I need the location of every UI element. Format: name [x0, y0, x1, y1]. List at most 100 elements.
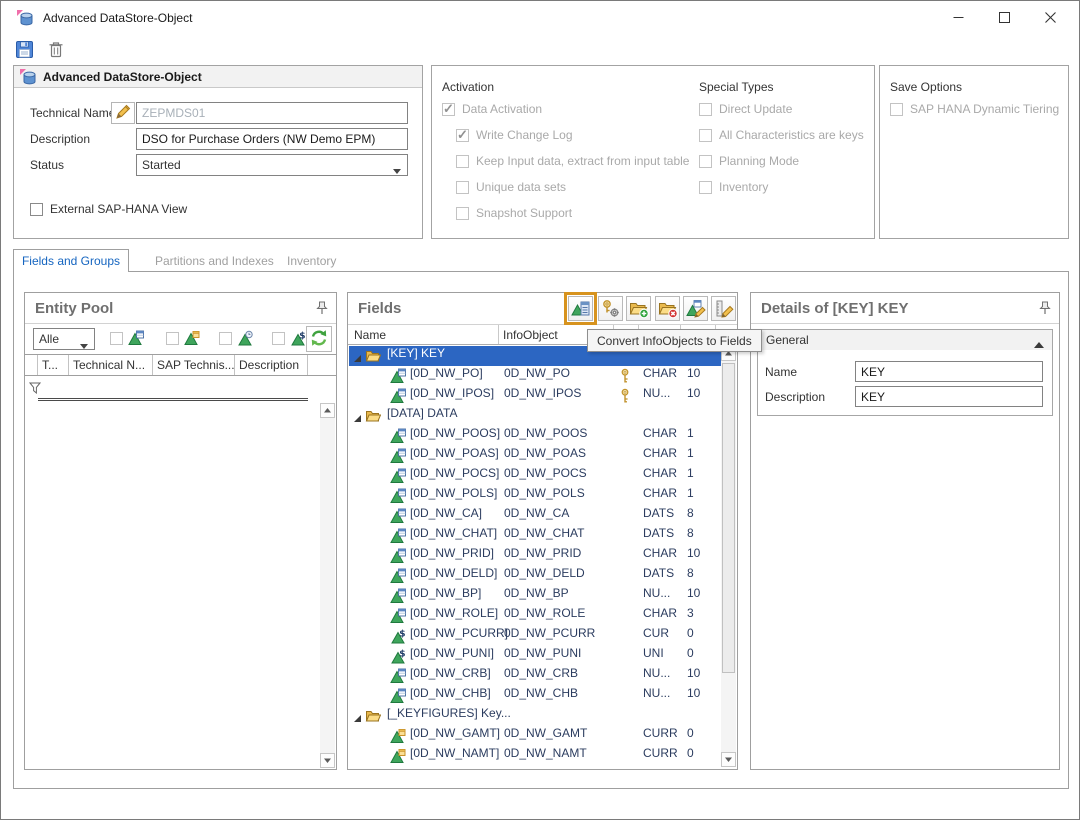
tree-field-row[interactable]: [0D_NW_CRB]0D_NW_CRBNU...10 — [349, 666, 721, 686]
tree-field-row[interactable]: [0D_NW_GAMT]0D_NW_GAMTCURR0 — [349, 726, 721, 746]
tree-field-row[interactable]: [0D_NW_POLS]0D_NW_POLSCHAR1 — [349, 486, 721, 506]
filter-characteristics-checkbox[interactable] — [110, 332, 123, 345]
tree-expander-icon[interactable] — [353, 412, 362, 426]
tree-field-row[interactable]: [0D_NW_DELD]0D_NW_DELDDATS8 — [349, 566, 721, 586]
field-name: [0D_NW_PRID] — [410, 546, 494, 560]
entity-column-header[interactable]: Description — [235, 355, 308, 375]
checkbox-keep-input-data-extract-from-input-table[interactable] — [456, 155, 469, 168]
close-button[interactable] — [1027, 1, 1073, 37]
status-dropdown[interactable]: Started — [136, 154, 408, 176]
pin-icon[interactable] — [316, 301, 328, 318]
field-datatype: NU... — [643, 386, 670, 400]
tree-field-row[interactable]: [0D_NW_PO]0D_NW_POCHAR10 — [349, 366, 721, 386]
scrollbar-thumb[interactable] — [722, 363, 735, 673]
maximize-button[interactable] — [981, 1, 1027, 37]
entity-column-header[interactable] — [25, 355, 38, 375]
entity-column-header[interactable]: Technical N... — [69, 355, 153, 375]
detail-name-input[interactable] — [855, 361, 1043, 382]
fields-scrollbar[interactable] — [721, 346, 736, 767]
entity-type-dropdown[interactable]: Alle — [33, 328, 95, 350]
tab-fields-and-groups[interactable]: Fields and Groups — [13, 249, 129, 272]
minimize-button[interactable] — [935, 1, 981, 37]
field-datatype: CUR — [643, 626, 669, 640]
field-datatype: CHAR — [643, 426, 677, 440]
filter-keyfigures-checkbox[interactable] — [166, 332, 179, 345]
checkbox-row: Snapshot Support — [456, 206, 572, 220]
checkbox-row: Inventory — [699, 180, 768, 194]
convert-infoobjects-to-fields-button[interactable] — [568, 296, 593, 321]
edit-properties-button[interactable] — [711, 296, 736, 321]
checkbox-sap-hana-dynamic-tiering[interactable] — [890, 103, 903, 116]
tree-field-row[interactable]: [0D_NW_CHAT]0D_NW_CHATDATS8 — [349, 526, 721, 546]
checkbox-snapshot-support[interactable] — [456, 207, 469, 220]
tree-field-row[interactable]: [0D_NW_NAMT]0D_NW_NAMTCURR0 — [349, 746, 721, 766]
edit-infoobject-button[interactable] — [683, 296, 708, 321]
tree-field-row[interactable]: $[0D_NW_PCURR]0D_NW_PCURRCUR0 — [349, 626, 721, 646]
tree-field-row[interactable] — [349, 766, 721, 767]
entity-pool-panel: Entity Pool Alle $ T...Technical N...SAP… — [24, 292, 337, 770]
description-label: Description — [30, 132, 90, 146]
checkbox-data-activation[interactable] — [442, 103, 455, 116]
scroll-down-button[interactable] — [721, 752, 736, 767]
tree-expander-icon[interactable] — [353, 352, 362, 366]
field-name: [0D_NW_NAMT] — [410, 746, 499, 760]
checkbox-write-change-log[interactable] — [456, 129, 469, 142]
general-section-bar[interactable]: General — [757, 329, 1053, 351]
checkbox-all-characteristics-are-keys[interactable] — [699, 129, 712, 142]
tree-expander-icon[interactable] — [353, 712, 362, 726]
field-infoobject: 0D_NW_POOS — [504, 426, 587, 440]
tree-field-row[interactable]: [0D_NW_ROLE]0D_NW_ROLECHAR3 — [349, 606, 721, 626]
field-length: 1 — [687, 486, 694, 500]
entity-column-header[interactable]: SAP Technis... — [153, 355, 235, 375]
dropdown-arrow-icon — [393, 163, 401, 177]
field-infoobject: 0D_NW_POLS — [504, 486, 585, 500]
scroll-down-button[interactable] — [320, 753, 335, 768]
external-hana-view-checkbox[interactable] — [30, 203, 43, 216]
tab-inventory[interactable]: Inventory — [273, 249, 350, 272]
checkbox-direct-update[interactable] — [699, 103, 712, 116]
refresh-button[interactable] — [306, 326, 332, 352]
activation-title: Activation — [442, 80, 494, 94]
add-group-button[interactable] — [626, 296, 651, 321]
checkbox-inventory[interactable] — [699, 181, 712, 194]
scroll-up-button[interactable] — [320, 403, 335, 418]
tree-field-row[interactable]: [0D_NW_CA]0D_NW_CADATS8 — [349, 506, 721, 526]
technical-name-input[interactable] — [136, 102, 408, 124]
remove-group-button[interactable] — [655, 296, 680, 321]
field-length: 8 — [687, 526, 694, 540]
pin-icon[interactable] — [1039, 301, 1051, 318]
field-length: 0 — [687, 746, 694, 760]
tree-field-row[interactable]: [0D_NW_IPOS]0D_NW_IPOSNU...10 — [349, 386, 721, 406]
checkbox-planning-mode[interactable] — [699, 155, 712, 168]
entity-pool-header: Entity Pool — [25, 293, 336, 324]
tree-field-row[interactable]: [0D_NW_CHB]0D_NW_CHBNU...10 — [349, 686, 721, 706]
filter-units-checkbox[interactable] — [272, 332, 285, 345]
entity-column-header[interactable]: T... — [38, 355, 69, 375]
filter-time-characteristics-checkbox[interactable] — [219, 332, 232, 345]
save-button[interactable] — [15, 40, 35, 60]
detail-description-input[interactable] — [855, 386, 1043, 407]
tree-field-row[interactable]: [0D_NW_POCS]0D_NW_POCSCHAR1 — [349, 466, 721, 486]
tree-field-row[interactable]: [0D_NW_BP]0D_NW_BPNU...10 — [349, 586, 721, 606]
field-length: 1 — [687, 466, 694, 480]
delete-button[interactable] — [46, 40, 66, 60]
edit-technical-name-button[interactable] — [111, 102, 135, 124]
description-input[interactable] — [136, 128, 408, 150]
tree-field-row[interactable]: [0D_NW_POAS]0D_NW_POASCHAR1 — [349, 446, 721, 466]
checkbox-unique-data-sets[interactable] — [456, 181, 469, 194]
field-infoobject: 0D_NW_PCURR — [504, 626, 595, 640]
manage-keys-button[interactable] — [598, 296, 623, 321]
tree-field-row[interactable]: [0D_NW_PRID]0D_NW_PRIDCHAR10 — [349, 546, 721, 566]
checkbox-label: All Characteristics are keys — [719, 128, 864, 142]
tree-group-row[interactable]: [DATA] DATA — [349, 406, 721, 426]
filter-keyfigures-icon — [184, 330, 200, 346]
tab-partitions-and-indexes[interactable]: Partitions and Indexes — [141, 249, 288, 272]
tree-field-row[interactable]: $[0D_NW_PUNI]0D_NW_PUNIUNI0 — [349, 646, 721, 666]
folder-icon — [365, 708, 381, 727]
entity-pool-scrollbar[interactable] — [320, 403, 335, 768]
tree-field-row[interactable]: [0D_NW_POOS]0D_NW_POOSCHAR1 — [349, 426, 721, 446]
field-datatype: CHAR — [643, 546, 677, 560]
tree-group-row[interactable]: [_KEYFIGURES] Key... — [349, 706, 721, 726]
field-name: [0D_NW_ROLE] — [410, 606, 498, 620]
checkbox-label: Inventory — [719, 180, 768, 194]
